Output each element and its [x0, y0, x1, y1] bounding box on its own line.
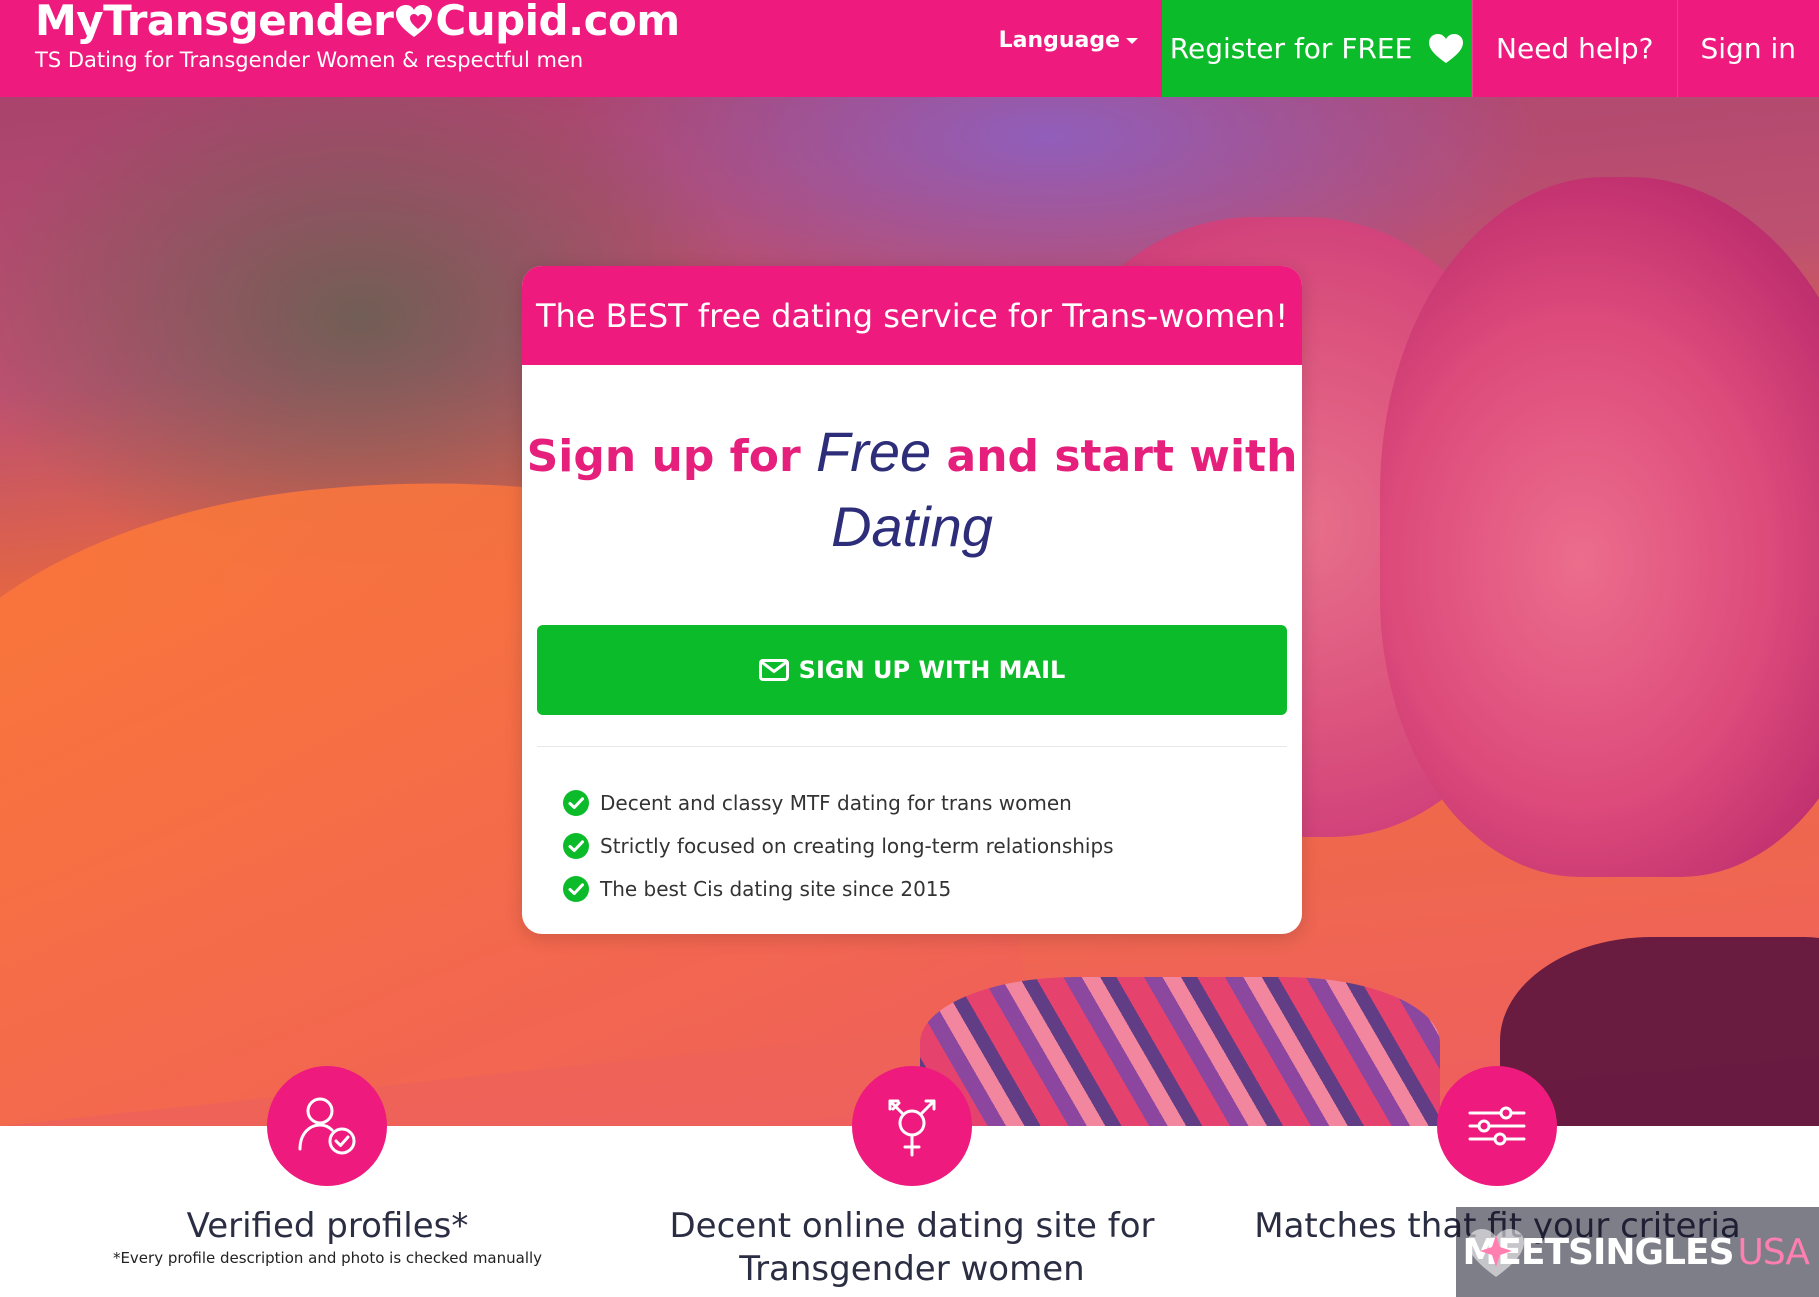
feature-title-decent-line1: Decent online dating site for: [669, 1206, 1155, 1246]
signup-heading: Sign up for Free and start with Dating: [522, 417, 1302, 567]
register-label: Register for FREE: [1169, 32, 1413, 65]
signup-with-mail-button[interactable]: SIGN UP WITH MAIL: [537, 625, 1287, 715]
watermark: MEETSINGLES USA: [1456, 1207, 1819, 1297]
heading-part2: and start with: [946, 431, 1298, 482]
site-header: MyTransgender Cupid.com TS Dating for Tr…: [0, 0, 1819, 97]
site-logo[interactable]: MyTransgender Cupid.com: [35, 0, 680, 42]
feature-title-verified: Verified profiles*: [186, 1206, 469, 1246]
watermark-suffix: USA: [1737, 1231, 1810, 1273]
sliders-icon: [1437, 1066, 1557, 1186]
card-divider: [537, 746, 1287, 747]
signup-card: The BEST free dating service for Trans-w…: [522, 266, 1302, 934]
signup-button-label: SIGN UP WITH MAIL: [798, 656, 1066, 684]
heading-part1: Sign up for: [526, 431, 801, 482]
benefit-item: Decent and classy MTF dating for trans w…: [562, 781, 1114, 824]
check-circle-icon: [563, 789, 589, 816]
check-circle-icon: [563, 832, 589, 859]
signin-link[interactable]: Sign in: [1676, 0, 1819, 97]
language-dropdown[interactable]: Language: [999, 0, 1162, 89]
check-circle-icon: [563, 875, 589, 902]
watermark-heart-icon: [1468, 1229, 1524, 1277]
verified-user-icon: [267, 1066, 387, 1186]
feature-title-decent: Decent online dating site for Transgende…: [642, 1205, 1182, 1291]
benefit-list: Decent and classy MTF dating for trans w…: [562, 781, 1114, 910]
heart-icon: [1429, 33, 1464, 63]
benefit-item: Strictly focused on creating long-term r…: [562, 824, 1114, 867]
benefit-item: The best Cis dating site since 2015: [562, 867, 1114, 910]
transgender-symbol-icon: [852, 1066, 972, 1186]
benefit-text: The best Cis dating site since 2015: [600, 876, 952, 901]
benefit-text: Strictly focused on creating long-term r…: [600, 833, 1114, 858]
help-link[interactable]: Need help?: [1472, 0, 1676, 97]
main-nav: Language Register for FREE Need help? Si…: [999, 0, 1819, 97]
benefit-text: Decent and classy MTF dating for trans w…: [600, 790, 1072, 815]
card-header: The BEST free dating service for Trans-w…: [522, 266, 1302, 365]
envelope-icon: [758, 659, 789, 681]
heading-accent-dating: Dating: [831, 495, 993, 558]
register-button[interactable]: Register for FREE: [1162, 0, 1473, 97]
caret-down-icon: [1126, 37, 1139, 44]
site-tagline: TS Dating for Transgender Women & respec…: [35, 48, 584, 72]
feature-title-decent-line2: Transgender women: [739, 1249, 1085, 1289]
feature-note-verified: *Every profile description and photo is …: [112, 1249, 543, 1267]
logo-text-part2: Cupid.com: [435, 0, 680, 45]
logo-text-part1: MyTransgender: [35, 0, 394, 45]
brand[interactable]: MyTransgender Cupid.com TS Dating for Tr…: [35, 0, 680, 72]
logo-heart-icon: [396, 5, 433, 37]
heading-accent-free: Free: [816, 420, 932, 483]
language-label: Language: [998, 28, 1121, 53]
